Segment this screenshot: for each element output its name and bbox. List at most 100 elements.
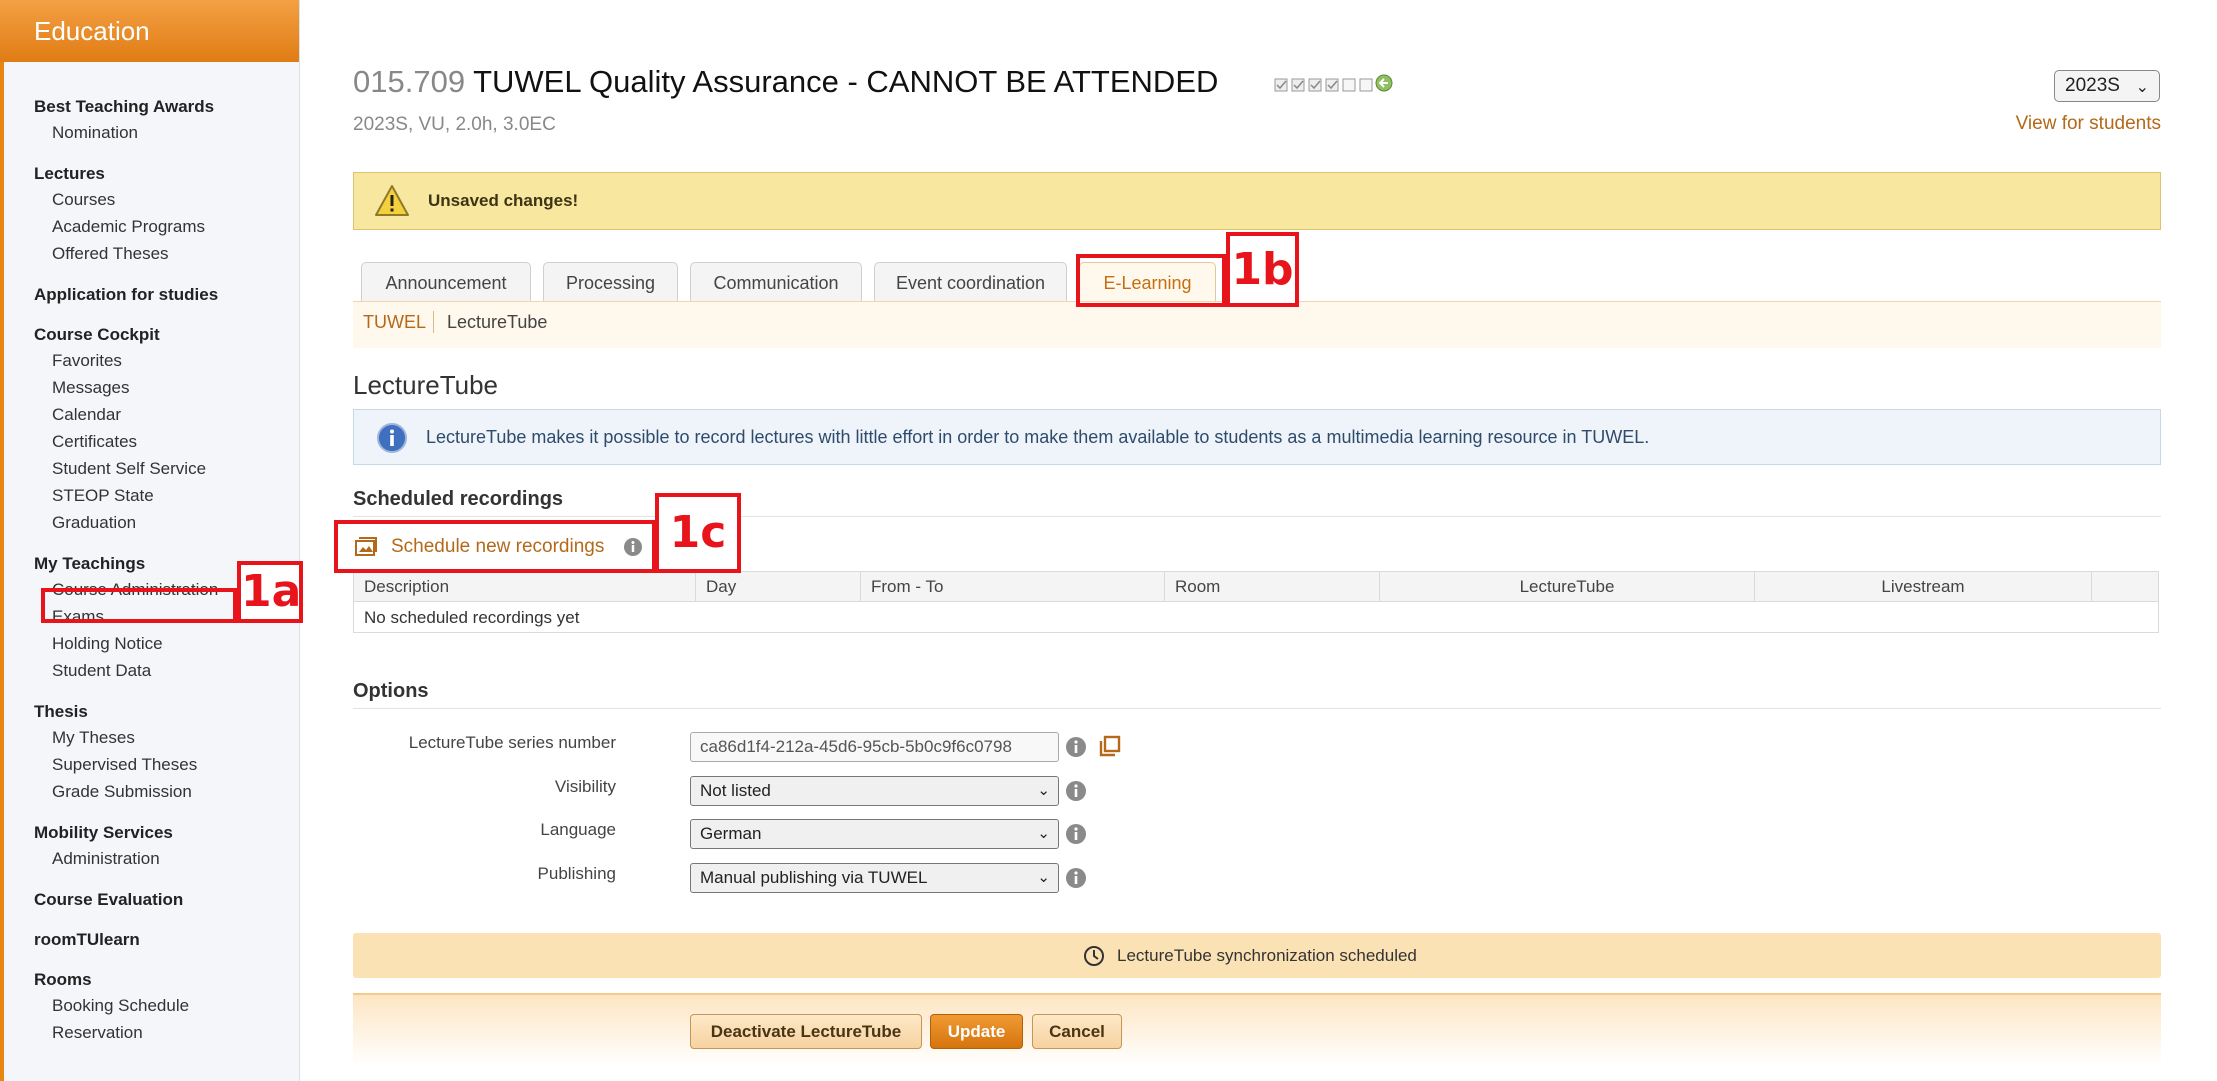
warning-icon bbox=[375, 185, 409, 216]
scheduled-recordings-table: Description Day From - To Room LectureTu… bbox=[353, 571, 2159, 633]
deactivate-lecturetube-button[interactable]: Deactivate LectureTube bbox=[690, 1014, 922, 1049]
language-select[interactable]: German ⌄ bbox=[690, 819, 1059, 849]
nav-heading[interactable]: roomTUlearn bbox=[34, 927, 218, 952]
nav-group-mobility-services: Mobility Services Administration bbox=[34, 820, 218, 872]
info-icon[interactable] bbox=[623, 537, 643, 557]
visibility-select-value: Not listed bbox=[700, 781, 771, 800]
nav-item-booking-schedule[interactable]: Booking Schedule bbox=[34, 992, 218, 1019]
series-number-label: LectureTube series number bbox=[408, 733, 616, 752]
nav-heading[interactable]: Mobility Services bbox=[34, 820, 218, 845]
unsaved-changes-text: Unsaved changes! bbox=[428, 191, 579, 210]
publishing-select[interactable]: Manual publishing via TUWEL ⌄ bbox=[690, 863, 1059, 893]
nav-item-supervised-theses[interactable]: Supervised Theses bbox=[34, 751, 218, 778]
tab-e-learning[interactable]: E-Learning bbox=[1079, 262, 1216, 302]
nav-item-holding-notice[interactable]: Holding Notice bbox=[34, 630, 218, 657]
sync-status-bar: LectureTube synchronization scheduled bbox=[353, 933, 2161, 978]
nav-item-steop-state[interactable]: STEOP State bbox=[34, 482, 218, 509]
info-text: LectureTube makes it possible to record … bbox=[426, 427, 1650, 447]
info-icon bbox=[377, 423, 407, 453]
divider bbox=[353, 708, 2161, 709]
tab-announcement[interactable]: Announcement bbox=[361, 262, 531, 302]
nav-item-reservation[interactable]: Reservation bbox=[34, 1019, 218, 1046]
tab-processing[interactable]: Processing bbox=[543, 262, 678, 302]
tab-communication[interactable]: Communication bbox=[690, 262, 862, 302]
empty-row-text: No scheduled recordings yet bbox=[364, 608, 580, 627]
column-room: Room bbox=[1165, 572, 1380, 601]
nav-group-rooms: Rooms Booking Schedule Reservation bbox=[34, 967, 218, 1046]
publishing-label: Publishing bbox=[537, 864, 616, 883]
nav-heading[interactable]: Best Teaching Awards bbox=[34, 94, 218, 119]
nav-item-certificates[interactable]: Certificates bbox=[34, 428, 218, 455]
column-lecturetube: LectureTube bbox=[1380, 572, 1755, 601]
nav-heading[interactable]: Course Evaluation bbox=[34, 887, 218, 912]
divider bbox=[353, 516, 2161, 517]
sidebar-nav: Best Teaching Awards Nomination Lectures… bbox=[34, 94, 218, 1061]
chevron-down-icon: ⌄ bbox=[1037, 869, 1050, 886]
nav-heading[interactable]: Rooms bbox=[34, 967, 218, 992]
nav-item-messages[interactable]: Messages bbox=[34, 374, 218, 401]
nav-item-academic-programs[interactable]: Academic Programs bbox=[34, 213, 218, 240]
info-icon[interactable] bbox=[1065, 867, 1087, 889]
nav-heading[interactable]: Application for studies bbox=[34, 282, 218, 307]
semester-select-value: 2023S bbox=[2065, 75, 2120, 96]
scheduled-recordings-heading: Scheduled recordings bbox=[353, 488, 564, 510]
main-content: 015.709 TUWEL Quality Assurance - CANNOT … bbox=[353, 0, 2161, 1081]
nav-item-courses[interactable]: Courses bbox=[34, 186, 218, 213]
cancel-button[interactable]: Cancel bbox=[1032, 1014, 1122, 1049]
info-icon[interactable] bbox=[1065, 780, 1087, 802]
language-label: Language bbox=[540, 820, 616, 839]
nav-group-application: Application for studies bbox=[34, 282, 218, 307]
nav-item-calendar[interactable]: Calendar bbox=[34, 401, 218, 428]
nav-group-course-evaluation: Course Evaluation bbox=[34, 887, 218, 912]
sync-status-text: LectureTube synchronization scheduled bbox=[1117, 946, 1417, 965]
nav-item-graduation[interactable]: Graduation bbox=[34, 509, 218, 536]
nav-item-nomination[interactable]: Nomination bbox=[34, 119, 218, 146]
annotation-label-1b: 1b bbox=[1226, 232, 1299, 307]
publishing-select-value: Manual publishing via TUWEL bbox=[700, 868, 928, 887]
nav-item-student-data[interactable]: Student Data bbox=[34, 657, 218, 684]
chevron-down-icon: ⌄ bbox=[1037, 825, 1050, 842]
series-number-field[interactable]: ca86d1f4-212a-45d6-95cb-5b0c9f6c0798 bbox=[690, 732, 1059, 762]
info-box: LectureTube makes it possible to record … bbox=[353, 409, 2161, 465]
tab-event-coordination[interactable]: Event coordination bbox=[874, 262, 1067, 302]
annotation-label-1a: 1a bbox=[237, 561, 303, 623]
subnav-divider bbox=[433, 311, 434, 333]
unsaved-changes-banner: Unsaved changes! bbox=[353, 172, 2161, 230]
nav-item-my-theses[interactable]: My Theses bbox=[34, 724, 218, 751]
brand-header[interactable]: Education bbox=[0, 0, 299, 62]
nav-group-thesis: Thesis My Theses Supervised Theses Grade… bbox=[34, 699, 218, 805]
chevron-down-icon: ⌄ bbox=[2135, 79, 2149, 96]
table-header: Description Day From - To Room LectureTu… bbox=[354, 572, 2158, 602]
course-meta: 2023S, VU, 2.0h, 3.0EC bbox=[353, 114, 556, 135]
nav-item-exams[interactable]: Exams bbox=[34, 603, 218, 630]
nav-group-best-teaching-awards: Best Teaching Awards Nomination bbox=[34, 94, 218, 146]
nav-item-offered-theses[interactable]: Offered Theses bbox=[34, 240, 218, 267]
subnav-lecturetube[interactable]: LectureTube bbox=[447, 312, 547, 333]
subnav-bar: TUWEL LectureTube bbox=[353, 301, 2161, 348]
subnav-tuwel[interactable]: TUWEL bbox=[363, 312, 426, 333]
nav-item-student-self-service[interactable]: Student Self Service bbox=[34, 455, 218, 482]
recording-icon bbox=[355, 537, 377, 556]
column-description: Description bbox=[354, 572, 696, 601]
copy-icon[interactable] bbox=[1099, 735, 1121, 757]
info-icon[interactable] bbox=[1065, 736, 1087, 758]
update-button[interactable]: Update bbox=[930, 1014, 1023, 1049]
visibility-label: Visibility bbox=[554, 777, 616, 796]
section-title: LectureTube bbox=[353, 370, 499, 400]
nav-heading[interactable]: My Teachings bbox=[34, 551, 218, 576]
nav-item-course-administration[interactable]: Course Administration bbox=[34, 576, 218, 603]
nav-item-administration[interactable]: Administration bbox=[34, 845, 218, 872]
clock-icon bbox=[1084, 946, 1104, 966]
form-actions-bar: Deactivate LectureTube Update Cancel bbox=[353, 993, 2161, 1065]
nav-item-grade-submission[interactable]: Grade Submission bbox=[34, 778, 218, 805]
nav-heading[interactable]: Course Cockpit bbox=[34, 322, 218, 347]
semester-select[interactable]: 2023S ⌄ bbox=[2054, 70, 2160, 102]
nav-heading[interactable]: Lectures bbox=[34, 161, 218, 186]
visibility-select[interactable]: Not listed ⌄ bbox=[690, 776, 1059, 806]
info-icon[interactable] bbox=[1065, 823, 1087, 845]
view-for-students-link[interactable]: View for students bbox=[2016, 113, 2161, 135]
nav-group-roomtulearn: roomTUlearn bbox=[34, 927, 218, 952]
nav-item-favorites[interactable]: Favorites bbox=[34, 347, 218, 374]
page-title: 015.709 TUWEL Quality Assurance - CANNOT … bbox=[353, 64, 1218, 100]
nav-heading[interactable]: Thesis bbox=[34, 699, 218, 724]
